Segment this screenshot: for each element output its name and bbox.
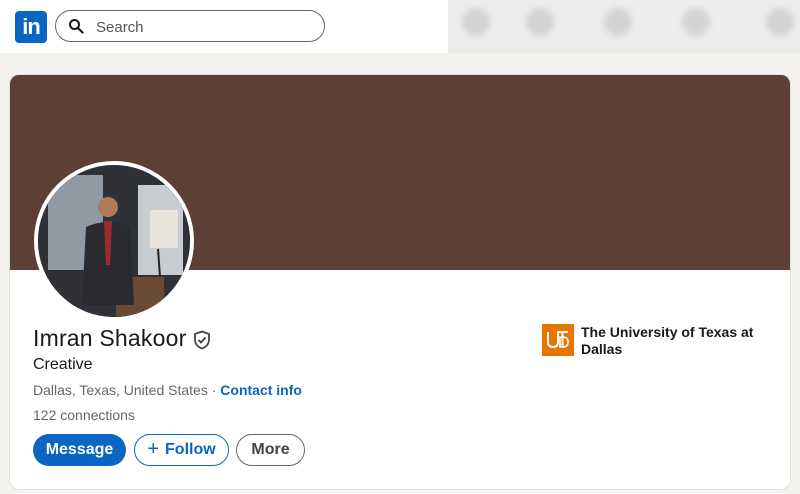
- search-input[interactable]: [94, 16, 318, 38]
- profile-headline: Creative: [33, 356, 93, 373]
- follow-button-label: Follow: [165, 441, 216, 458]
- profile-location: Dallas, Texas, United States: [33, 382, 208, 398]
- avatar-photo: [38, 165, 190, 317]
- linkedin-logo[interactable]: in: [15, 11, 47, 43]
- avatar[interactable]: [34, 161, 194, 321]
- verified-shield-icon[interactable]: [192, 330, 212, 350]
- plus-icon: +: [147, 437, 160, 460]
- follow-button[interactable]: + Follow: [134, 434, 229, 466]
- nav-icon[interactable]: [682, 8, 710, 36]
- profile-name: Imran Shakoor: [33, 325, 187, 351]
- separator-dot: ·: [207, 382, 221, 398]
- more-button-label: More: [251, 441, 290, 458]
- name-row: Imran Shakoor: [33, 325, 212, 352]
- education-link[interactable]: The University of Texas at Dallas: [542, 324, 756, 358]
- message-button-label: Message: [45, 441, 114, 458]
- nav-icons-blurred: [448, 0, 800, 53]
- search-icon: [69, 19, 84, 34]
- profile-card: Imran Shakoor Creative Dallas, Texas, Un…: [10, 75, 790, 489]
- nav-icon[interactable]: [604, 8, 632, 36]
- location-row: Dallas, Texas, United States · Contact i…: [33, 382, 302, 398]
- school-logo-icon: [542, 324, 574, 356]
- school-name: The University of Texas at Dallas: [581, 324, 754, 357]
- nav-icon[interactable]: [766, 8, 794, 36]
- message-button[interactable]: Message: [33, 434, 126, 466]
- connections-count[interactable]: 122 connections: [33, 407, 135, 423]
- nav-icon[interactable]: [526, 8, 554, 36]
- nav-icon[interactable]: [462, 8, 490, 36]
- search-box[interactable]: [55, 10, 325, 42]
- contact-info-link[interactable]: Contact info: [220, 382, 302, 398]
- more-button[interactable]: More: [236, 434, 305, 466]
